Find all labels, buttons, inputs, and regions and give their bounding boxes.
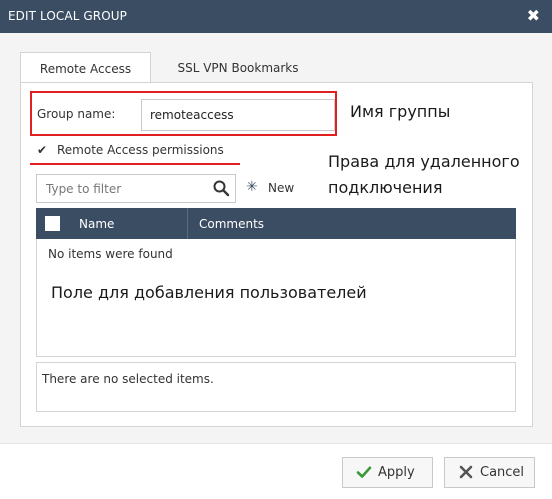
column-name-header[interactable]: Name <box>79 217 114 231</box>
cancel-button[interactable]: Cancel <box>444 457 535 488</box>
new-star-icon: ✳ <box>246 179 258 195</box>
selected-items-box: There are no selected items. <box>36 362 516 412</box>
dialog-title: EDIT LOCAL GROUP <box>8 9 127 23</box>
checkmark-icon <box>356 466 372 478</box>
search-icon[interactable] <box>212 179 230 197</box>
grid-header: Name Comments <box>36 208 516 239</box>
annotation-permissions-line2: подключения <box>328 178 443 197</box>
annotation-permissions-line1: Права для удаленного <box>328 152 520 171</box>
annotation-group-name: Имя группы <box>350 102 451 121</box>
grid-empty-message: No items were found <box>48 247 173 261</box>
group-name-label: Group name: <box>37 107 116 121</box>
apply-button[interactable]: Apply <box>342 457 433 488</box>
permissions-label: Remote Access permissions <box>57 143 224 157</box>
new-label: New <box>268 181 295 195</box>
annotation-users-field: Поле для добавления пользователей <box>51 283 367 302</box>
tab-ssl-vpn-bookmarks[interactable]: SSL VPN Bookmarks <box>160 52 316 83</box>
cancel-x-icon <box>459 465 473 479</box>
tab-remote-access[interactable]: Remote Access <box>20 52 151 83</box>
group-name-input[interactable] <box>141 99 335 131</box>
apply-label: Apply <box>378 465 415 480</box>
filter-input[interactable] <box>37 175 207 202</box>
cancel-label: Cancel <box>480 465 525 480</box>
column-comments-header[interactable]: Comments <box>199 217 264 231</box>
annotation-underline <box>30 163 240 165</box>
checkbox-checked-icon[interactable]: ✔ <box>37 143 51 157</box>
select-all-checkbox[interactable] <box>45 216 60 231</box>
selected-empty-message: There are no selected items. <box>42 372 214 386</box>
close-icon[interactable]: ✖ <box>527 6 540 25</box>
filter-box <box>36 174 236 203</box>
column-separator <box>187 208 188 239</box>
dialog-titlebar: EDIT LOCAL GROUP ✖ <box>0 0 552 33</box>
